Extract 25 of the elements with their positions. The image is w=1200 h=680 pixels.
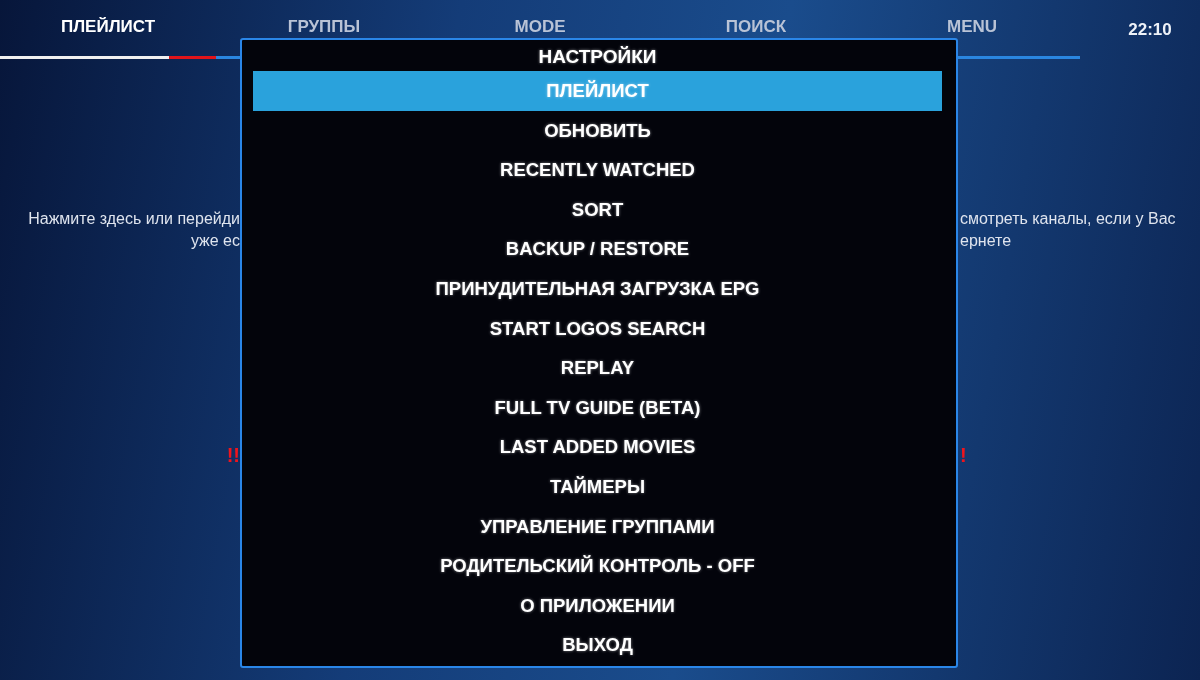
tab[interactable]: MENU <box>864 0 1080 59</box>
warning-mark: ! <box>959 444 968 466</box>
tab[interactable]: ГРУППЫ <box>216 0 432 59</box>
dialog-title: НАСТРОЙКИ <box>537 45 658 69</box>
warning-mark: !! <box>225 444 241 466</box>
menu-item[interactable]: SORT <box>253 189 942 230</box>
instruction-text: ернете <box>959 231 1013 251</box>
menu-item[interactable]: ТАЙМЕРЫ <box>253 466 942 507</box>
instruction-text: смотреть каналы, если у Вас <box>959 209 1177 229</box>
tab[interactable]: ПЛЕЙЛИСТ <box>0 0 216 59</box>
menu-item[interactable]: LAST ADDED MOVIES <box>253 427 942 467</box>
menu-item[interactable]: REPLAY <box>253 348 942 388</box>
clock: 22:10 <box>1127 19 1173 41</box>
menu-item[interactable]: BACKUP / RESTORE <box>253 229 942 269</box>
instruction-text: Нажмите здесь или перейди <box>27 209 241 229</box>
menu-item[interactable]: START LOGOS SEARCH <box>253 308 942 349</box>
menu-item[interactable]: РОДИТЕЛЬСКИЙ КОНТРОЛЬ - OFF <box>253 546 942 586</box>
menu-item[interactable]: О ПРИЛОЖЕНИИ <box>253 585 942 626</box>
menu-item[interactable]: УПРАВЛЕНИЕ ГРУППАМИ <box>253 506 942 547</box>
menu-item[interactable]: FULL TV GUIDE (BETA) <box>253 387 942 428</box>
instruction-text: уже ес <box>189 231 241 251</box>
menu-item[interactable]: ПРИНУДИТЕЛЬНАЯ ЗАГРУЗКА EPG <box>253 268 942 309</box>
menu-item[interactable]: ВЫХОД <box>253 625 942 665</box>
menu-item[interactable]: ОБНОВИТЬ <box>253 110 942 151</box>
menu-item[interactable]: RECENTLY WATCHED <box>253 150 942 190</box>
